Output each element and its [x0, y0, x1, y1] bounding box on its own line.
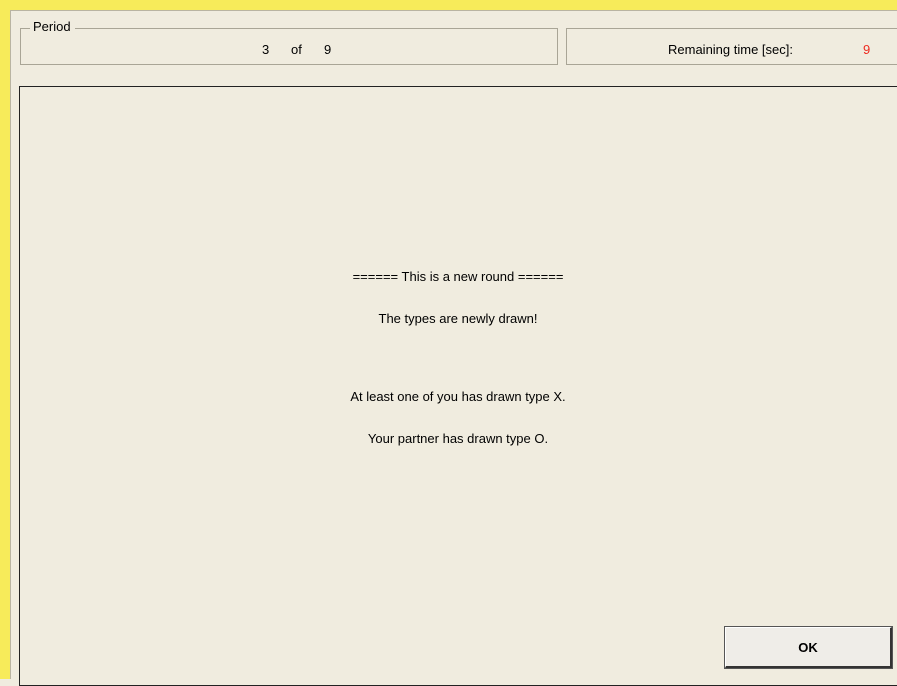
frame-left-edge	[10, 10, 11, 679]
frame-top-edge	[10, 10, 897, 11]
period-current: 3	[262, 42, 270, 57]
ok-button[interactable]: OK	[724, 626, 893, 669]
period-of-label: of	[291, 42, 302, 57]
remaining-time-value: 9	[863, 42, 871, 57]
new-round-message: ====== This is a new round ======	[352, 269, 564, 284]
types-drawn-message: The types are newly drawn!	[378, 311, 538, 326]
period-total: 9	[324, 42, 332, 57]
period-label: Period	[30, 19, 75, 35]
main-panel	[19, 86, 897, 686]
type-x-message: At least one of you has drawn type X.	[350, 389, 566, 404]
period-group-box	[20, 28, 558, 65]
partner-type-message: Your partner has drawn type O.	[367, 431, 549, 446]
window-frame-left	[0, 0, 10, 679]
window-frame-top	[0, 0, 897, 10]
remaining-time-label: Remaining time [sec]:	[668, 42, 793, 57]
